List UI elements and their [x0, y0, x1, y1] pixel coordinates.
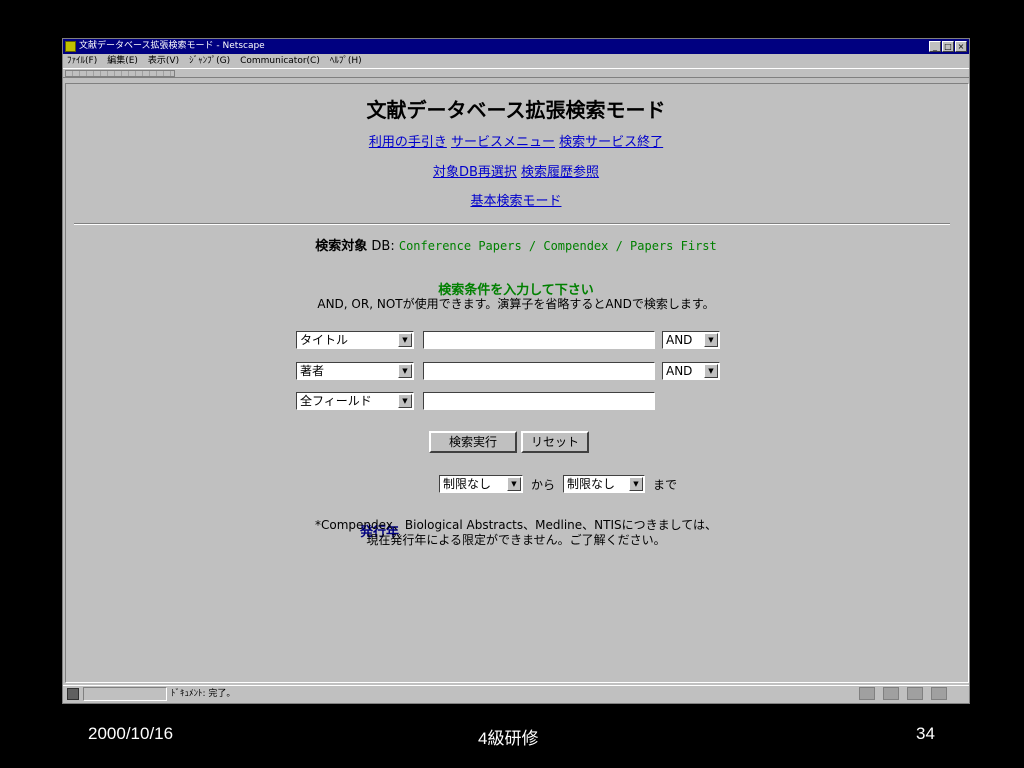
minimize-button[interactable]: _	[929, 41, 941, 52]
component-bar-mail-icon[interactable]	[883, 687, 899, 700]
year-from-select[interactable]: 制限なし ▼	[439, 475, 523, 493]
component-bar-discussion-icon[interactable]	[907, 687, 923, 700]
component-bar-composer-icon[interactable]	[931, 687, 947, 700]
link-service-menu[interactable]: サービスメニュー	[451, 135, 555, 150]
to-text: まで	[653, 478, 678, 492]
page-title: 文献データベース拡張検索モード	[366, 98, 666, 122]
note-line-2: 現在発行年による限定ができません。ご了解ください。	[366, 533, 666, 547]
link-guide[interactable]: 利用の手引き	[369, 135, 447, 150]
nav-links-1: 利用の手引き サービスメニュー 検索サービス終了	[66, 131, 966, 150]
chevron-down-icon: ▼	[398, 333, 412, 347]
menu-help[interactable]: ﾍﾙﾌﾟ(H)	[330, 54, 362, 68]
nav-links-2: 対象DB再選択 検索履歴参照	[66, 161, 966, 180]
chevron-down-icon: ▼	[704, 364, 718, 378]
field-select-2[interactable]: 著者 ▼	[296, 362, 414, 380]
status-bar: ﾄﾞｷｭﾒﾝﾄ: 完了。	[63, 685, 969, 703]
search-target: 検索対象 DB: Conference Papers / Compendex /…	[66, 235, 966, 254]
field-select-3[interactable]: 全フィールド ▼	[296, 392, 414, 410]
component-bar-navigator-icon[interactable]	[859, 687, 875, 700]
chevron-down-icon: ▼	[629, 477, 643, 491]
collapsed-toolbars[interactable]	[63, 68, 969, 78]
year-to-value: 制限なし	[567, 477, 616, 491]
reset-button[interactable]: リセット	[521, 431, 589, 453]
divider	[74, 223, 950, 225]
window-title: 文献データベース拡張検索モード - Netscape	[79, 41, 265, 51]
op-select-1-value: AND	[666, 333, 693, 347]
progress-field	[83, 687, 167, 701]
link-end-service[interactable]: 検索サービス終了	[559, 135, 663, 150]
chevron-down-icon: ▼	[507, 477, 521, 491]
title-bar: 文献データベース拡張検索モード - Netscape _ □ ×	[63, 39, 969, 54]
op-select-1[interactable]: AND ▼	[662, 331, 720, 349]
close-button[interactable]: ×	[955, 41, 967, 52]
search-input-1[interactable]	[423, 331, 655, 349]
chevron-down-icon: ▼	[398, 394, 412, 408]
nav-links-3: 基本検索モード	[66, 190, 966, 209]
op-select-2[interactable]: AND ▼	[662, 362, 720, 380]
slide-center-text: 4級研修	[478, 729, 539, 748]
submit-search-button[interactable]: 検索実行	[429, 431, 517, 453]
year-from-value: 制限なし	[443, 477, 492, 491]
chevron-down-icon: ▼	[398, 364, 412, 378]
link-reselect-db[interactable]: 対象DB再選択	[433, 165, 517, 180]
menu-edit[interactable]: 編集(E)	[107, 54, 138, 68]
maximize-button[interactable]: □	[942, 41, 954, 52]
from-text: から	[531, 478, 556, 492]
op-select-2-value: AND	[666, 364, 693, 378]
slide-date: 2000/10/16	[88, 724, 174, 743]
menu-file[interactable]: ﾌｧｲﾙ(F)	[67, 54, 97, 68]
menu-communicator[interactable]: Communicator(C)	[240, 54, 320, 68]
page-content: 文献データベース拡張検索モード 利用の手引き サービスメニュー 検索サービス終了…	[65, 83, 969, 683]
field-select-2-value: 著者	[300, 364, 325, 378]
link-search-history[interactable]: 検索履歴参照	[521, 165, 599, 180]
security-lock-icon[interactable]	[67, 688, 79, 700]
status-text: ﾄﾞｷｭﾒﾝﾄ: 完了。	[171, 689, 236, 699]
slide-page-number: 34	[916, 724, 935, 743]
menu-view[interactable]: 表示(V)	[148, 54, 179, 68]
year-to-select[interactable]: 制限なし ▼	[563, 475, 645, 493]
target-db-prefix: DB:	[371, 239, 395, 254]
link-basic-mode[interactable]: 基本検索モード	[470, 194, 561, 209]
chevron-down-icon: ▼	[704, 333, 718, 347]
search-input-3[interactable]	[423, 392, 655, 410]
field-select-1[interactable]: タイトル ▼	[296, 331, 414, 349]
field-select-1-value: タイトル	[300, 333, 349, 347]
target-label: 検索対象	[315, 239, 368, 254]
browser-window: 文献データベース拡張検索モード - Netscape _ □ × ﾌｧｲﾙ(F)…	[62, 38, 970, 704]
field-select-3-value: 全フィールド	[300, 394, 372, 408]
operator-hint: AND, OR, NOTが使用できます。演算子を省略するとANDで検索します。	[317, 297, 715, 311]
target-value: Conference Papers / Compendex / Papers F…	[398, 239, 717, 253]
netscape-icon	[65, 41, 76, 52]
menu-go[interactable]: ｼﾞｬﾝﾌﾟ(G)	[189, 54, 230, 68]
search-input-2[interactable]	[423, 362, 655, 380]
menu-bar: ﾌｧｲﾙ(F) 編集(E) 表示(V) ｼﾞｬﾝﾌﾟ(G) Communicat…	[63, 54, 969, 68]
toolbar-grip[interactable]	[65, 70, 175, 77]
